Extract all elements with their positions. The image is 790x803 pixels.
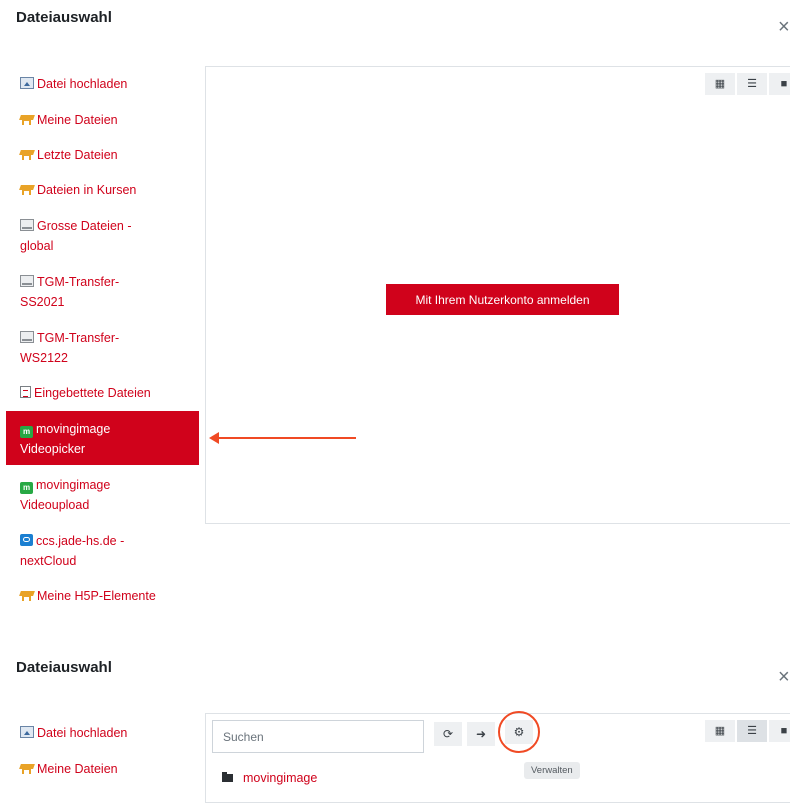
drive-icon [20, 331, 34, 343]
list-view-icon: ☰ [747, 724, 757, 737]
upload-icon [20, 77, 34, 89]
grid-view-button[interactable]: ▦ [705, 73, 735, 95]
folder-view-icon: ■ [780, 724, 788, 737]
repo-datei-hochladen[interactable]: Datei hochladen [6, 74, 199, 94]
repo-nextcloud[interactable]: ccs.jade-hs.de - nextCloud [6, 531, 199, 571]
dialog-title-2: Dateiauswahl [16, 659, 112, 676]
repo-meine-h5p-elemente[interactable]: Meine H5P-Elemente [6, 586, 199, 606]
grid-view-button-2[interactable]: ▦ [705, 720, 735, 742]
logout-icon: ➜ [475, 727, 487, 741]
repo-meine-dateien-2[interactable]: Meine Dateien [6, 759, 199, 779]
view-switcher-2: ▦ ☰ ■ [703, 720, 790, 742]
repo-letzte-dateien[interactable]: Letzte Dateien [6, 145, 199, 165]
moodle-icon [20, 589, 34, 601]
moodle-icon [20, 148, 34, 160]
view-switcher: ▦ ☰ ■ [703, 73, 790, 95]
repo-grosse-dateien[interactable]: Grosse Dateien - global [6, 216, 199, 256]
list-view-button-2[interactable]: ☰ [737, 720, 767, 742]
close-button-2[interactable]: × [778, 666, 790, 689]
repo-meine-dateien[interactable]: Meine Dateien [6, 110, 199, 130]
repo-dateien-in-kursen[interactable]: Dateien in Kursen [6, 180, 199, 200]
movingimage-icon: m [20, 426, 33, 438]
search-input[interactable] [212, 720, 424, 753]
folder-item[interactable]: movingimage [222, 771, 317, 785]
gear-icon: ⚙ [513, 725, 525, 739]
movingimage-icon: m [20, 482, 33, 494]
repo-tgm-transfer-ws2122[interactable]: TGM-Transfer- WS2122 [6, 328, 199, 368]
list-view-button[interactable]: ☰ [737, 73, 767, 95]
folder-view-button[interactable]: ■ [769, 73, 790, 95]
moodle-icon [20, 762, 34, 774]
refresh-icon: ⟳ [442, 727, 454, 741]
annotation-arrow [218, 437, 356, 439]
upload-icon [20, 726, 34, 738]
annotation-arrowhead [209, 432, 219, 444]
drive-icon [20, 275, 34, 287]
folder-view-button-2[interactable]: ■ [769, 720, 790, 742]
list-view-icon: ☰ [747, 77, 757, 90]
dialog-title: Dateiauswahl [16, 9, 112, 26]
repo-movingimage-videoupload[interactable]: m movingimage Videoupload [6, 475, 199, 515]
grid-view-icon: ▦ [714, 724, 726, 737]
folder-view-icon: ■ [780, 77, 788, 90]
embedded-file-icon [20, 386, 31, 398]
moodle-icon [20, 113, 34, 125]
repo-movingimage-videopicker[interactable]: m movingimage Videopicker [6, 411, 199, 465]
folder-icon [222, 772, 233, 782]
logout-button[interactable]: ➜ [467, 722, 495, 746]
repo-datei-hochladen-2[interactable]: Datei hochladen [6, 723, 199, 743]
login-button[interactable]: Mit Ihrem Nutzerkonto anmelden [386, 284, 619, 315]
refresh-button[interactable]: ⟳ [434, 722, 462, 746]
repo-eingebettete-dateien[interactable]: Eingebettete Dateien [6, 383, 199, 403]
nextcloud-icon [20, 534, 33, 546]
drive-icon [20, 219, 34, 231]
manage-tooltip: Verwalten [524, 762, 580, 779]
repo-tgm-transfer-ss2021[interactable]: TGM-Transfer- SS2021 [6, 272, 199, 312]
moodle-icon [20, 183, 34, 195]
close-button[interactable]: × [778, 16, 790, 39]
manage-button[interactable]: ⚙ [505, 720, 533, 744]
grid-view-icon: ▦ [714, 77, 726, 90]
